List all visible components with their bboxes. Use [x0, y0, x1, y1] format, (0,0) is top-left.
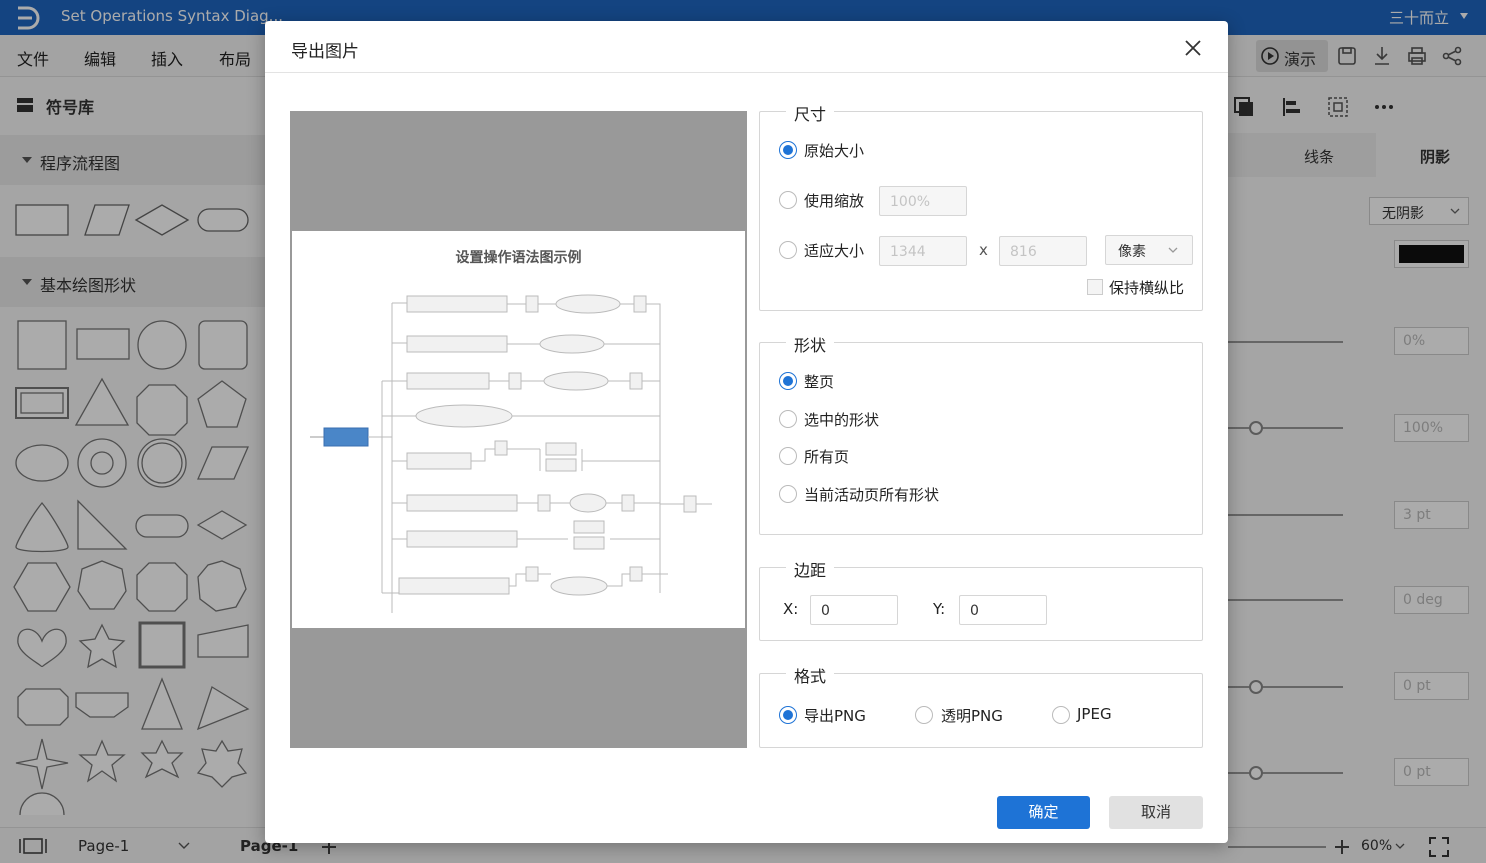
- scale-input[interactable]: 100%: [879, 186, 967, 216]
- preview-page: 设置操作语法图示例: [292, 231, 745, 628]
- export-preview: 设置操作语法图示例: [290, 111, 747, 748]
- selected-shapes-label: 选中的形状: [804, 411, 880, 429]
- keep-ratio-label: 保持横纵比: [1109, 279, 1185, 297]
- preview-diagram-title: 设置操作语法图示例: [455, 250, 582, 266]
- export-image-dialog: 导出图片 设置操作语法图示例 尺寸 原始大小 使用缩放 100% 适应大小 13…: [265, 21, 1228, 843]
- radio-use-scale[interactable]: [779, 191, 797, 209]
- radio-all-pages[interactable]: [779, 447, 797, 465]
- radio-active-page-shapes[interactable]: [779, 485, 797, 503]
- shape-legend: 形状: [786, 332, 835, 356]
- format-legend: 格式: [786, 663, 835, 687]
- format-section: 格式 导出PNG 透明PNG JPEG: [759, 663, 1203, 748]
- shape-section: 形状 整页 选中的形状 所有页 当前活动页所有形状: [759, 332, 1203, 535]
- png-label: 导出PNG: [804, 707, 866, 725]
- chevron-down-icon: [1168, 247, 1178, 253]
- dialog-title: 导出图片: [291, 42, 359, 62]
- syntax-diagram-thumbnail: [310, 294, 712, 613]
- radio-selected-shapes[interactable]: [779, 410, 797, 428]
- radio-whole-page[interactable]: [779, 372, 797, 390]
- keep-ratio-checkbox[interactable]: [1087, 279, 1103, 295]
- jpeg-label: JPEG: [1077, 705, 1112, 723]
- height-input[interactable]: 816: [999, 236, 1087, 266]
- radio-jpeg[interactable]: [1052, 706, 1070, 724]
- radio-transparent-png[interactable]: [915, 706, 933, 724]
- radio-png[interactable]: [779, 706, 797, 724]
- margin-y-input[interactable]: 0: [959, 595, 1047, 625]
- times-sign: x: [979, 241, 988, 259]
- margin-y-label: Y:: [933, 600, 946, 618]
- transparent-png-label: 透明PNG: [941, 707, 1003, 725]
- all-pages-label: 所有页: [804, 448, 850, 466]
- radio-original-size[interactable]: [779, 141, 797, 159]
- dialog-divider: [265, 72, 1228, 73]
- width-input[interactable]: 1344: [879, 236, 967, 266]
- size-section: 尺寸 原始大小 使用缩放 100% 适应大小 1344 x 816 像素 保持横…: [759, 101, 1203, 311]
- margin-legend: 边距: [786, 557, 835, 581]
- original-size-label: 原始大小: [804, 142, 865, 160]
- margin-x-input[interactable]: 0: [810, 595, 898, 625]
- size-legend: 尺寸: [786, 101, 835, 125]
- confirm-button[interactable]: 确定: [997, 796, 1090, 829]
- whole-page-label: 整页: [804, 373, 835, 391]
- cancel-button[interactable]: 取消: [1109, 796, 1203, 829]
- margin-x-label: X:: [783, 600, 799, 618]
- start-node: [323, 427, 369, 447]
- active-page-shapes-label: 当前活动页所有形状: [804, 486, 940, 504]
- close-icon[interactable]: [1183, 38, 1203, 58]
- margin-section: 边距 X: 0 Y: 0: [759, 557, 1203, 641]
- fit-size-label: 适应大小: [804, 242, 865, 260]
- use-scale-label: 使用缩放: [804, 192, 865, 210]
- unit-select[interactable]: 像素: [1105, 235, 1193, 265]
- unit-select-value: 像素: [1118, 244, 1146, 260]
- radio-fit-size[interactable]: [779, 241, 797, 259]
